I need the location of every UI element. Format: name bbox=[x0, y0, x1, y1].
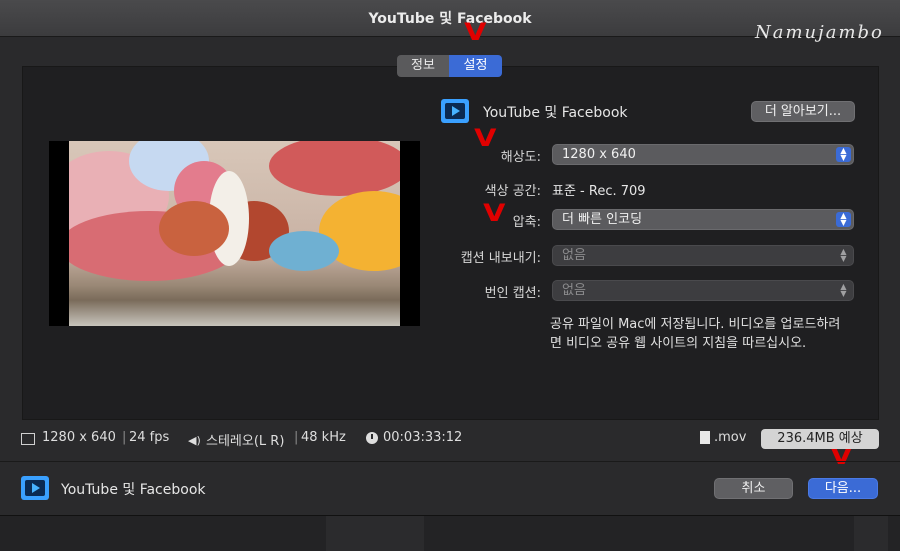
compression-value: 더 빠른 인코딩 bbox=[562, 212, 643, 227]
clock-icon bbox=[366, 432, 378, 444]
color-space-label: 색상 공간: bbox=[484, 184, 541, 199]
share-dialog: YouTube 및 Facebook Namujambo 정보 설정 V V V… bbox=[0, 0, 900, 516]
tab-settings[interactable]: 설정 bbox=[449, 55, 502, 77]
chevron-updown-icon: ▲ ▼ bbox=[836, 147, 851, 162]
annotation-mark: V bbox=[474, 124, 497, 152]
video-preview bbox=[49, 141, 420, 326]
color-space-value: 표준 - Rec. 709 bbox=[552, 184, 646, 199]
caption-export-select[interactable]: 없음 ▲ ▼ bbox=[552, 245, 854, 266]
speaker-icon: ◀) bbox=[188, 434, 201, 447]
status-sample-rate: 48 kHz bbox=[301, 430, 346, 445]
status-fps: 24 fps bbox=[129, 430, 170, 445]
watermark: Namujambo bbox=[755, 22, 884, 43]
caption-export-value: 없음 bbox=[562, 248, 586, 263]
size-estimate-badge: 236.4MB 예상 bbox=[761, 429, 879, 449]
resolution-label: 해상도: bbox=[500, 150, 541, 165]
divider bbox=[0, 461, 900, 462]
background-window-strip bbox=[0, 515, 900, 551]
chevron-updown-icon: ▲ ▼ bbox=[840, 247, 847, 263]
document-icon bbox=[700, 431, 710, 444]
resolution-value: 1280 x 640 bbox=[562, 147, 636, 162]
resolution-select[interactable]: 1280 x 640 ▲ ▼ bbox=[552, 144, 854, 165]
destination-name: YouTube 및 Facebook bbox=[483, 105, 628, 121]
caption-export-label: 캡션 내보내기: bbox=[460, 251, 541, 266]
status-audio: 스테레오(L R) bbox=[206, 434, 285, 449]
cancel-button[interactable]: 취소 bbox=[714, 478, 793, 499]
preview-image bbox=[69, 141, 400, 326]
separator: | bbox=[294, 430, 299, 445]
annotation-mark: V bbox=[483, 199, 506, 227]
youtube-facebook-icon bbox=[21, 476, 49, 500]
chevron-updown-icon: ▲ ▼ bbox=[836, 212, 851, 227]
footer-destination-label: YouTube 및 Facebook bbox=[61, 482, 206, 498]
compression-select[interactable]: 더 빠른 인코딩 ▲ ▼ bbox=[552, 209, 854, 230]
share-description: 공유 파일이 Mac에 저장됩니다. 비디오를 업로드하려면 비디오 공유 웹 … bbox=[550, 317, 841, 351]
chevron-updown-icon: ▲ ▼ bbox=[840, 282, 847, 298]
status-file-ext: .mov bbox=[714, 430, 747, 445]
compression-label: 압축: bbox=[512, 215, 541, 230]
status-resolution: 1280 x 640 bbox=[42, 430, 116, 445]
youtube-facebook-icon bbox=[441, 99, 469, 123]
next-button[interactable]: 다음... bbox=[808, 478, 878, 499]
burn-in-caption-value: 없음 bbox=[562, 283, 586, 298]
annotation-mark: V bbox=[464, 18, 487, 46]
resolution-icon bbox=[21, 433, 35, 445]
burn-in-caption-label: 번인 캡션: bbox=[484, 286, 541, 301]
tab-info[interactable]: 정보 bbox=[397, 55, 449, 77]
status-duration: 00:03:33:12 bbox=[383, 430, 463, 445]
burn-in-caption-select[interactable]: 없음 ▲ ▼ bbox=[552, 280, 854, 301]
learn-more-button[interactable]: 더 알아보기... bbox=[751, 101, 855, 122]
separator: | bbox=[122, 430, 127, 445]
